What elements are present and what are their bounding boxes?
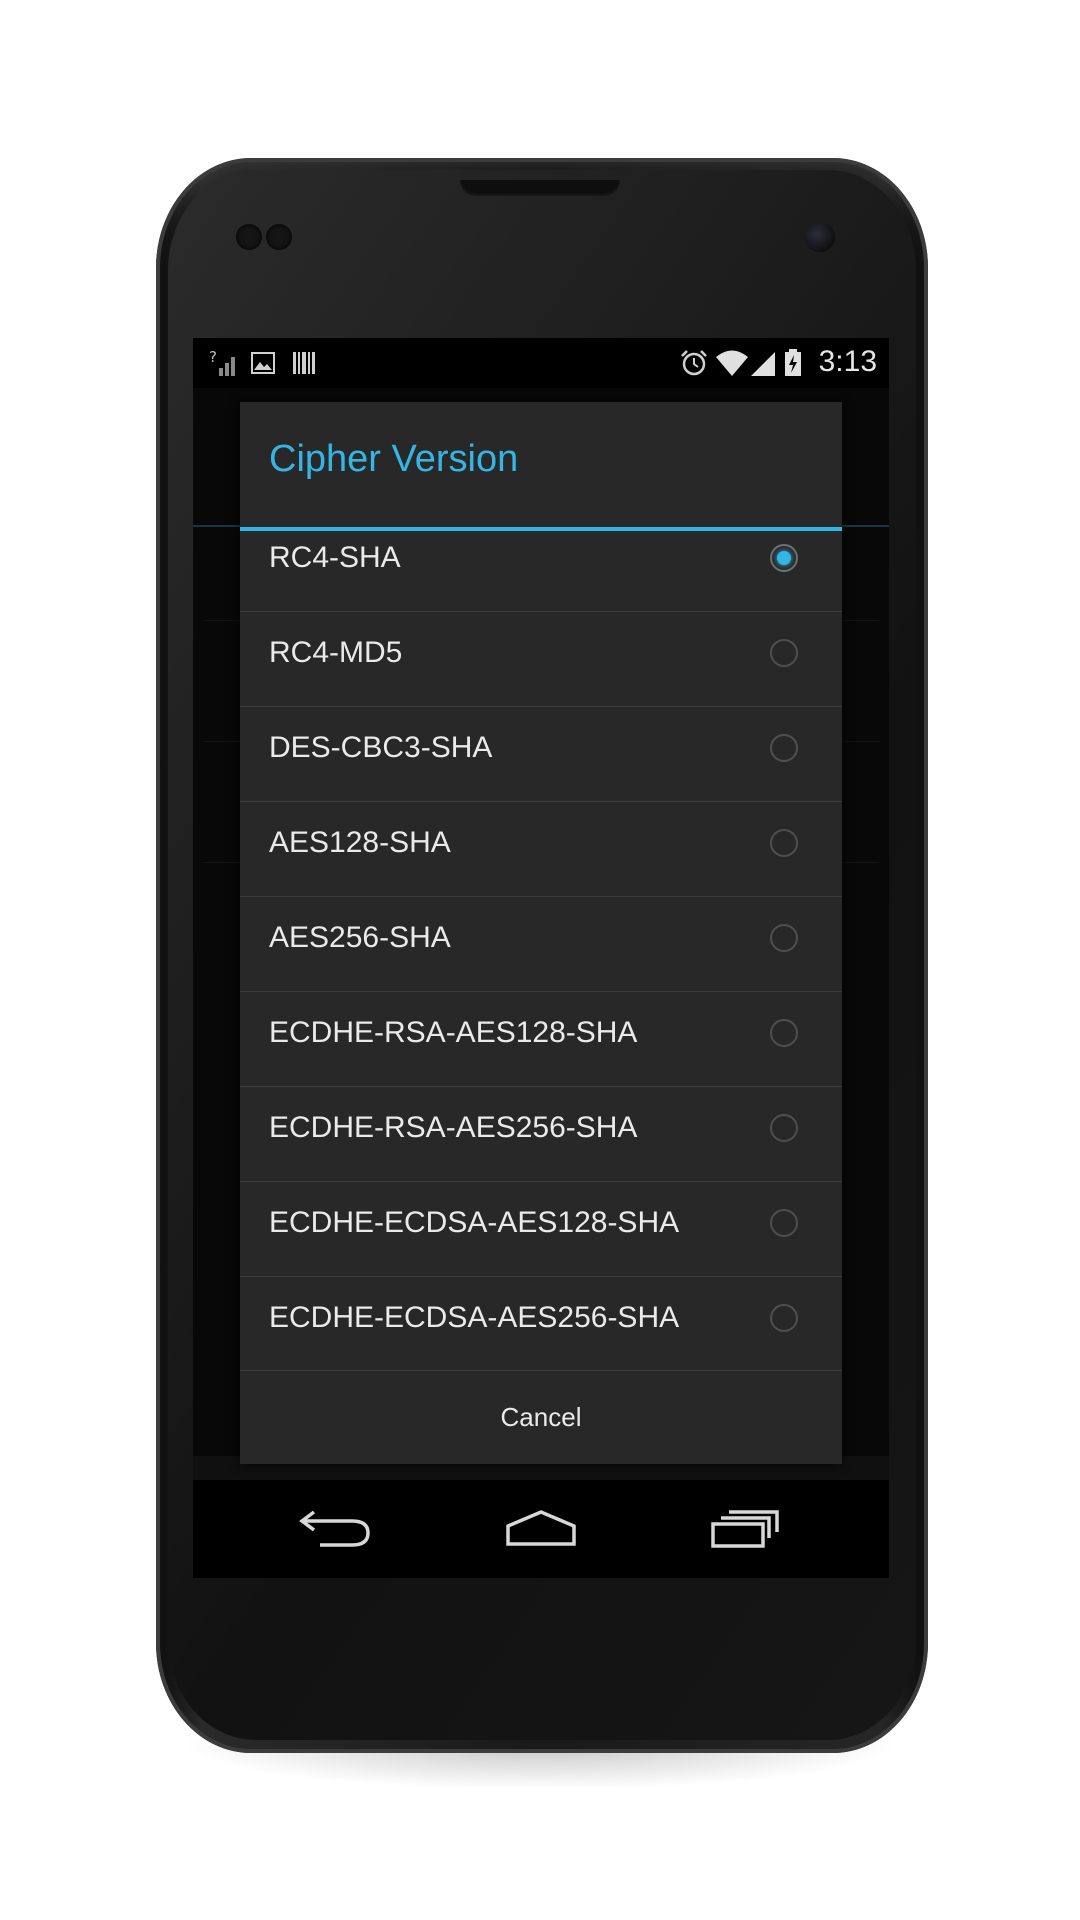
earpiece-speaker bbox=[460, 180, 620, 196]
option-label: DES-CBC3-SHA bbox=[269, 731, 493, 764]
list-item[interactable]: DES-CBC3-SHA bbox=[240, 707, 842, 802]
radio-unselected[interactable] bbox=[770, 829, 798, 857]
option-label: RC4-MD5 bbox=[269, 636, 403, 669]
barcode-icon bbox=[293, 352, 315, 374]
option-label: ECDHE-RSA-AES128-SHA bbox=[269, 1016, 638, 1049]
front-camera bbox=[805, 222, 835, 252]
list-item[interactable]: ECDHE-ECDSA-AES256-SHA bbox=[240, 1277, 842, 1353]
image-notification-icon bbox=[251, 352, 275, 374]
option-label: ECDHE-ECDSA-AES128-SHA bbox=[269, 1206, 680, 1239]
cipher-version-dialog: Cipher Version RC4-SHA RC4-MD5 DES-CBC3-… bbox=[240, 402, 842, 1464]
recent-apps-icon[interactable] bbox=[691, 1504, 801, 1554]
option-label: ECDHE-ECDSA-AES256-SHA bbox=[269, 1301, 680, 1334]
light-sensor bbox=[266, 224, 292, 250]
cipher-option-list[interactable]: RC4-SHA RC4-MD5 DES-CBC3-SHA AES128-SHA … bbox=[240, 531, 842, 1353]
radio-selected[interactable] bbox=[770, 544, 798, 572]
option-label: AES128-SHA bbox=[269, 826, 451, 859]
list-item[interactable]: ECDHE-RSA-AES256-SHA bbox=[240, 1087, 842, 1182]
battery-charging-icon bbox=[785, 349, 801, 376]
proximity-sensor bbox=[236, 224, 262, 250]
home-icon[interactable] bbox=[486, 1504, 596, 1554]
svg-text:?: ? bbox=[209, 348, 217, 366]
radio-unselected[interactable] bbox=[770, 639, 798, 667]
alarm-icon bbox=[681, 350, 707, 376]
radio-dot bbox=[777, 551, 791, 565]
list-item[interactable]: AES128-SHA bbox=[240, 802, 842, 897]
list-item[interactable]: RC4-MD5 bbox=[240, 612, 842, 707]
radio-unselected[interactable] bbox=[770, 924, 798, 952]
list-item[interactable]: AES256-SHA bbox=[240, 897, 842, 992]
option-label: ECDHE-RSA-AES256-SHA bbox=[269, 1111, 638, 1144]
cancel-button[interactable]: Cancel bbox=[240, 1371, 842, 1464]
list-item[interactable]: ECDHE-RSA-AES128-SHA bbox=[240, 992, 842, 1087]
radio-unselected[interactable] bbox=[770, 1019, 798, 1047]
wifi-icon bbox=[716, 350, 748, 376]
status-time: 3:13 bbox=[818, 345, 877, 378]
status-bar: ? 3:13 bbox=[193, 338, 889, 388]
option-label: RC4-SHA bbox=[269, 541, 401, 574]
device-screen: ? 3:13 Cipher Version RC4-SHA RC4-MD5 DE… bbox=[193, 338, 889, 1578]
radio-unselected[interactable] bbox=[770, 1304, 798, 1332]
radio-unselected[interactable] bbox=[770, 734, 798, 762]
navigation-bar bbox=[193, 1480, 889, 1578]
list-item[interactable]: ECDHE-ECDSA-AES128-SHA bbox=[240, 1182, 842, 1277]
no-signal-icon: ? bbox=[209, 348, 235, 376]
signal-icon bbox=[751, 352, 775, 376]
radio-unselected[interactable] bbox=[770, 1209, 798, 1237]
dialog-title: Cipher Version bbox=[269, 438, 519, 480]
radio-unselected[interactable] bbox=[770, 1114, 798, 1142]
option-label: AES256-SHA bbox=[269, 921, 451, 954]
list-item[interactable]: RC4-SHA bbox=[240, 531, 842, 612]
back-icon[interactable] bbox=[280, 1504, 390, 1554]
